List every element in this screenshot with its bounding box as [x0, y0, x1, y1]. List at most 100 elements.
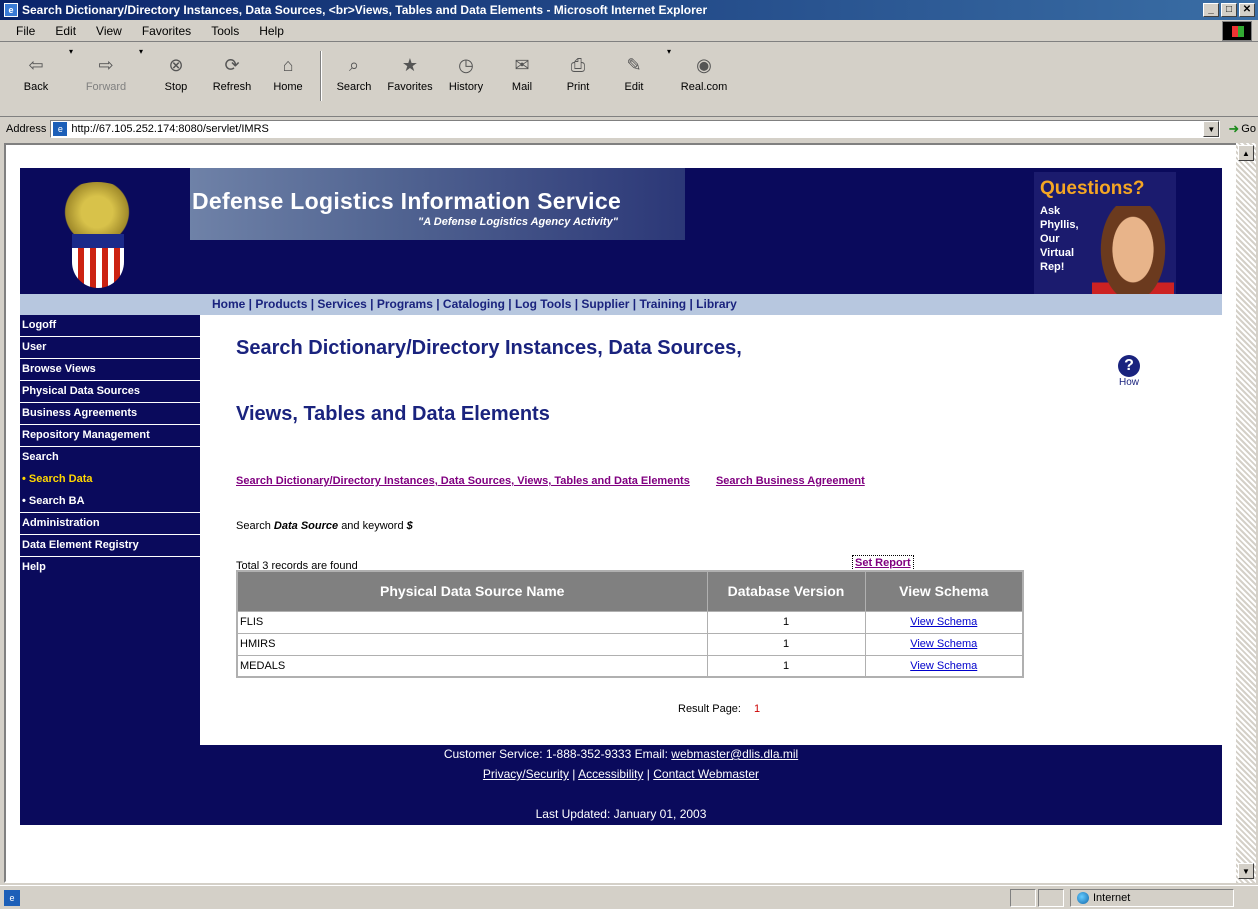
view-schema-link[interactable]: View Schema: [910, 638, 977, 650]
set-report-link[interactable]: Set Report: [852, 555, 914, 571]
window-title: Search Dictionary/Directory Instances, D…: [22, 3, 708, 17]
edit-dropdown-icon[interactable]: ▾: [667, 47, 671, 56]
menu-file[interactable]: File: [6, 24, 45, 38]
print-button[interactable]: ⎙ Print: [550, 47, 606, 107]
table-row: HMIRS 1 View Schema: [236, 632, 1024, 656]
search-button[interactable]: ⌕ Search: [326, 47, 382, 107]
edit-button[interactable]: ✎ Edit: [606, 47, 662, 107]
address-dropdown-icon[interactable]: ▼: [1203, 121, 1220, 137]
col-header-name[interactable]: Physical Data Source Name: [236, 570, 708, 612]
close-button[interactable]: ✕: [1239, 3, 1255, 17]
contact-webmaster-link[interactable]: Contact Webmaster: [653, 767, 759, 781]
sidebar-item-help[interactable]: Help: [20, 557, 200, 579]
search-links: Search Dictionary/Directory Instances, D…: [236, 475, 865, 487]
table-row: MEDALS 1 View Schema: [236, 654, 1024, 678]
sidebar-item-repository-management[interactable]: Repository Management: [20, 425, 200, 447]
stop-icon: ⊗: [168, 54, 184, 75]
nav-log-tools[interactable]: Log Tools: [515, 297, 571, 311]
go-arrow-icon: ➜: [1228, 121, 1240, 136]
nav-programs[interactable]: Programs: [377, 297, 433, 311]
menu-bar: File Edit View Favorites Tools Help: [0, 20, 1258, 42]
edit-icon: ✎: [626, 54, 642, 75]
home-button[interactable]: ⌂ Home: [260, 47, 316, 107]
view-schema-link[interactable]: View Schema: [910, 616, 977, 628]
sidebar-item-user[interactable]: User: [20, 337, 200, 359]
dla-seal-logo: [42, 176, 152, 288]
toolbar-separator: [320, 51, 322, 101]
scroll-up-icon[interactable]: ▲: [1238, 145, 1254, 161]
nav-services[interactable]: Services: [317, 297, 366, 311]
maximize-button[interactable]: □: [1221, 3, 1237, 17]
page-title-line2: Views, Tables and Data Elements: [236, 403, 550, 425]
nav-supplier[interactable]: Supplier: [581, 297, 629, 311]
address-input[interactable]: e http://67.105.252.174:8080/servlet/IMR…: [50, 120, 1221, 138]
forward-button[interactable]: ⇨ Forward: [78, 47, 134, 107]
cell-version: 1: [706, 610, 866, 634]
address-url[interactable]: http://67.105.252.174:8080/servlet/IMRS: [71, 123, 269, 135]
questions-label: Questions?: [1040, 178, 1145, 199]
nav-training[interactable]: Training: [639, 297, 686, 311]
col-header-version[interactable]: Database Version: [706, 570, 866, 612]
search-ba-link[interactable]: Search Business Agreement: [716, 475, 865, 487]
ask-phyllis-text: Ask Phyllis, Our Virtual Rep!: [1040, 205, 1079, 273]
nav-cataloging[interactable]: Cataloging: [443, 297, 505, 311]
window-title-bar: e Search Dictionary/Directory Instances,…: [0, 0, 1258, 20]
back-arrow-icon: ⇦: [28, 54, 44, 75]
main-content: Search Dictionary/Directory Instances, D…: [200, 315, 1222, 745]
privacy-link[interactable]: Privacy/Security: [483, 767, 569, 781]
result-page-1[interactable]: 1: [754, 703, 760, 715]
ie-app-icon[interactable]: e: [4, 3, 18, 17]
nav-home[interactable]: Home: [212, 297, 245, 311]
virtual-rep-panel[interactable]: Questions? Ask Phyllis, Our Virtual Rep!: [1034, 172, 1176, 294]
web-page: Defense Logistics Information Service "A…: [20, 168, 1222, 828]
refresh-button[interactable]: ⟳ Refresh: [204, 47, 260, 107]
browser-viewport[interactable]: Defense Logistics Information Service "A…: [4, 143, 1239, 883]
mail-button[interactable]: ✉ Mail: [494, 47, 550, 107]
accessibility-link[interactable]: Accessibility: [578, 767, 643, 781]
realcom-button[interactable]: ◉ Real.com: [676, 47, 732, 107]
last-updated: Last Updated: January 01, 2003: [535, 807, 707, 821]
address-label: Address: [6, 123, 47, 135]
sidebar-item-data-element-registry[interactable]: Data Element Registry: [20, 535, 200, 557]
internet-zone-icon: [1077, 892, 1089, 904]
realcom-icon: ◉: [696, 54, 712, 75]
scroll-down-icon[interactable]: ▼: [1238, 863, 1254, 879]
mail-icon: ✉: [514, 54, 530, 75]
sidebar-item-search[interactable]: Search: [20, 447, 200, 469]
menu-view[interactable]: View: [86, 24, 132, 38]
sidebar-item-physical-data-sources[interactable]: Physical Data Sources: [20, 381, 200, 403]
footer: Customer Service: 1-888-352-9333 Email: …: [20, 745, 1222, 825]
favorites-icon: ★: [401, 54, 419, 75]
how-help-button[interactable]: ? How: [1114, 355, 1144, 388]
email-link[interactable]: webmaster@dlis.dla.mil: [671, 747, 798, 761]
menu-help[interactable]: Help: [249, 24, 294, 38]
back-dropdown-icon[interactable]: ▾: [69, 47, 73, 56]
cell-name: MEDALS: [236, 654, 708, 678]
history-button[interactable]: ◷ History: [438, 47, 494, 107]
menu-tools[interactable]: Tools: [201, 24, 249, 38]
sidebar-item-administration[interactable]: Administration: [20, 513, 200, 535]
forward-dropdown-icon[interactable]: ▾: [139, 47, 143, 56]
sidebar-item-logoff[interactable]: Logoff: [20, 315, 200, 337]
view-schema-link[interactable]: View Schema: [910, 660, 977, 672]
menu-edit[interactable]: Edit: [45, 24, 86, 38]
nav-library[interactable]: Library: [696, 297, 737, 311]
sidebar-item-browse-views[interactable]: Browse Views: [20, 359, 200, 381]
col-header-schema[interactable]: View Schema: [864, 570, 1024, 612]
minimize-button[interactable]: _: [1203, 3, 1219, 17]
toolbar: ⇦ Back ▾ ⇨ Forward ▾ ⊗ Stop ⟳ Refresh ⌂ Home …: [0, 43, 1258, 117]
favorites-button[interactable]: ★ Favorites: [382, 47, 438, 107]
menu-favorites[interactable]: Favorites: [132, 24, 201, 38]
sidebar-item-business-agreements[interactable]: Business Agreements: [20, 403, 200, 425]
back-button[interactable]: ⇦ Back: [8, 47, 64, 107]
nav-products[interactable]: Products: [255, 297, 307, 311]
go-button[interactable]: ➜ Go: [1228, 121, 1256, 137]
stop-button[interactable]: ⊗ Stop: [148, 47, 204, 107]
sidebar-item-search-ba[interactable]: • Search BA: [20, 491, 200, 513]
search-dd-link[interactable]: Search Dictionary/Directory Instances, D…: [236, 475, 690, 487]
search-icon: ⌕: [348, 54, 360, 75]
vertical-scrollbar[interactable]: ▲ ▼: [1236, 143, 1256, 883]
sidebar-item-search-data[interactable]: • Search Data: [20, 469, 200, 491]
banner-subtitle: "A Defense Logistics Agency Activity": [418, 216, 618, 228]
banner: Defense Logistics Information Service "A…: [20, 168, 1222, 294]
